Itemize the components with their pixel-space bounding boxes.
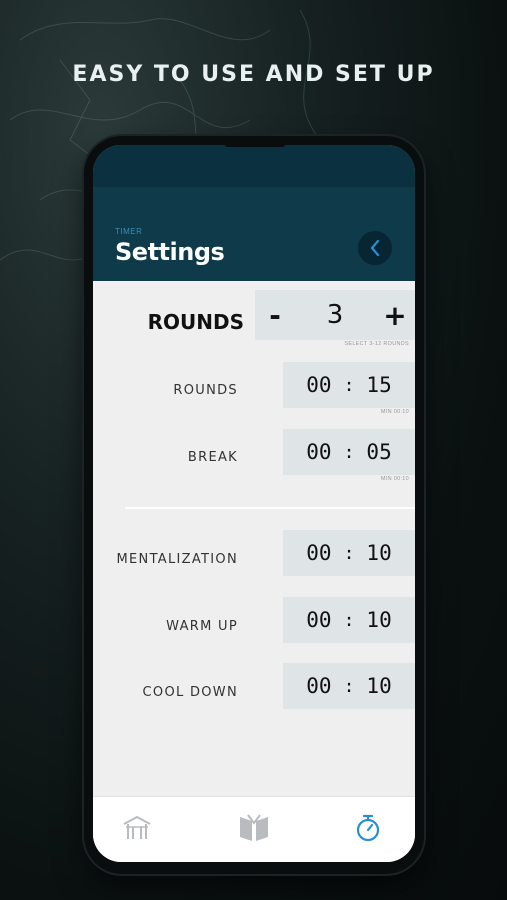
- mentalization-duration-field[interactable]: 00 : 10: [283, 530, 415, 576]
- time-separator: :: [343, 675, 355, 697]
- warm-up-label: WARM UP: [166, 619, 238, 634]
- decrement-button[interactable]: -: [255, 299, 295, 332]
- status-bar-area: [93, 145, 415, 187]
- break-duration-field[interactable]: 00 : 05: [283, 429, 415, 475]
- seconds-value: 05: [366, 440, 392, 464]
- stopwatch-icon: [356, 814, 380, 842]
- phone-speaker: [225, 142, 285, 147]
- rounds-hint: SELECT 3-12 ROUNDS: [344, 341, 409, 347]
- minutes-value: 00: [306, 373, 332, 397]
- app-screen: TIMER Settings ROUNDS - 3 + SELECT 3-12 …: [93, 145, 415, 862]
- time-separator: :: [343, 374, 355, 396]
- minutes-value: 00: [306, 541, 332, 565]
- seconds-value: 15: [366, 373, 392, 397]
- rounds-count-value: 3: [326, 300, 344, 330]
- tab-book[interactable]: [237, 811, 271, 845]
- page-title: Settings: [115, 238, 225, 266]
- book-icon: [240, 814, 268, 841]
- app-header: TIMER Settings: [93, 145, 415, 281]
- minutes-value: 00: [306, 608, 332, 632]
- round-duration-hint: MIN 00:10: [380, 409, 409, 415]
- increment-button[interactable]: +: [375, 299, 415, 332]
- break-label: BREAK: [187, 450, 238, 465]
- rounds-count-label: ROUNDS: [147, 310, 244, 334]
- time-separator: :: [343, 609, 355, 631]
- back-button[interactable]: [358, 231, 392, 265]
- time-separator: :: [343, 542, 355, 564]
- minutes-value: 00: [306, 674, 332, 698]
- headline: EASY TO USE AND SET UP: [72, 62, 435, 87]
- rounds-stepper: - 3 +: [255, 290, 415, 340]
- seconds-value: 10: [366, 608, 392, 632]
- section-divider: [125, 507, 415, 509]
- break-duration-hint: MIN 00:10: [380, 476, 409, 482]
- round-duration-field[interactable]: 00 : 15: [283, 362, 415, 408]
- dojo-icon: [123, 815, 151, 839]
- tab-timer[interactable]: [351, 811, 385, 845]
- seconds-value: 10: [366, 674, 392, 698]
- chevron-left-icon: [370, 239, 380, 257]
- seconds-value: 10: [366, 541, 392, 565]
- cool-down-duration-field[interactable]: 00 : 10: [283, 663, 415, 709]
- warm-up-duration-field[interactable]: 00 : 10: [283, 597, 415, 643]
- mentalization-label: MENTALIZATION: [116, 552, 238, 567]
- round-duration-label: ROUNDS: [173, 383, 238, 398]
- tab-home[interactable]: [120, 811, 154, 845]
- time-separator: :: [343, 441, 355, 463]
- cool-down-label: COOL DOWN: [142, 685, 238, 700]
- bottom-tab-bar: [93, 796, 415, 862]
- minutes-value: 00: [306, 440, 332, 464]
- header-overline: TIMER: [115, 227, 143, 236]
